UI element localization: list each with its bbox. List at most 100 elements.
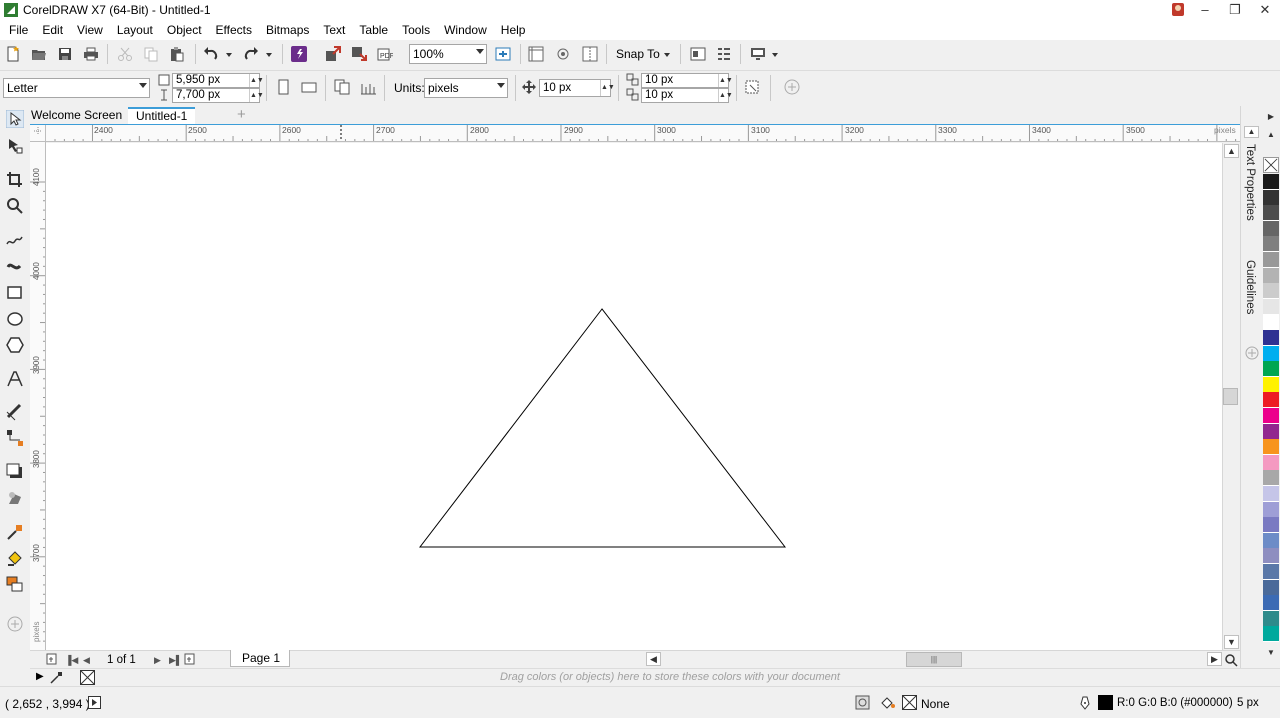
- add-docker-icon[interactable]: [1245, 346, 1259, 360]
- show-guidelines-icon[interactable]: [582, 46, 598, 62]
- smart-fill-tool-icon[interactable]: [6, 575, 24, 593]
- color-proofing-icon[interactable]: [855, 695, 870, 710]
- nudge-distance-field[interactable]: 10 px ▲▼: [539, 79, 615, 97]
- artistic-media-tool-icon[interactable]: [6, 257, 24, 275]
- palette-color-swatch[interactable]: [1263, 470, 1279, 487]
- palette-color-swatch[interactable]: [1263, 330, 1279, 346]
- palette-color-swatch[interactable]: [1263, 517, 1279, 534]
- palette-color-swatch[interactable]: [1263, 267, 1279, 284]
- publish-pdf-icon[interactable]: PDF: [377, 46, 393, 62]
- pick-tool-icon[interactable]: [6, 110, 24, 128]
- no-color-swatch[interactable]: [1263, 157, 1279, 173]
- application-launcher-icon[interactable]: [716, 46, 732, 62]
- all-pages-icon[interactable]: [334, 79, 350, 95]
- connector-tool-icon[interactable]: [6, 429, 24, 447]
- palette-color-swatch[interactable]: [1263, 283, 1279, 300]
- palette-color-swatch[interactable]: [1263, 314, 1279, 331]
- palette-color-swatch[interactable]: [1263, 454, 1279, 471]
- palette-color-swatch[interactable]: [1263, 532, 1279, 549]
- palette-color-swatch[interactable]: [1263, 236, 1279, 253]
- palette-color-swatch[interactable]: [1263, 361, 1279, 378]
- palette-color-swatch[interactable]: [1263, 298, 1279, 315]
- parallel-dimension-tool-icon[interactable]: [6, 403, 24, 421]
- undo-icon[interactable]: [203, 46, 219, 62]
- palette-color-swatch[interactable]: [1263, 220, 1279, 237]
- user-account-icon[interactable]: [1172, 3, 1184, 16]
- close-button[interactable]: ✕: [1250, 0, 1280, 20]
- landscape-icon[interactable]: [301, 79, 317, 95]
- vertical-ruler[interactable]: 4100 4000 3900 3800 3700 pixels: [30, 142, 46, 650]
- palette-color-swatch[interactable]: [1263, 376, 1279, 393]
- tab-welcome-screen[interactable]: Welcome Screen: [30, 107, 122, 124]
- document-palette[interactable]: ▶ Drag colors (or objects) here to store…: [30, 668, 1280, 686]
- text-tool-icon[interactable]: [6, 370, 24, 388]
- menu-table[interactable]: Table: [352, 20, 395, 40]
- transparency-tool-icon[interactable]: [6, 489, 24, 507]
- drop-shadow-tool-icon[interactable]: [6, 463, 24, 481]
- show-grid-icon[interactable]: [555, 46, 571, 62]
- add-quick-customize-icon[interactable]: [784, 79, 800, 95]
- view-manager-icon[interactable]: [750, 46, 766, 62]
- document-palette-eyedropper-icon[interactable]: [50, 671, 63, 684]
- save-icon[interactable]: [57, 46, 73, 62]
- next-page-button[interactable]: ▶: [154, 653, 161, 667]
- menu-help[interactable]: Help: [494, 20, 533, 40]
- coreldraw-app-icon[interactable]: [4, 3, 18, 17]
- shape-tool-icon[interactable]: [6, 137, 24, 155]
- add-tool-icon[interactable]: [6, 615, 24, 633]
- horizontal-scroll-thumb[interactable]: |||: [906, 652, 962, 667]
- add-page-before-icon[interactable]: [46, 653, 58, 665]
- docker-tab-text-properties[interactable]: Text Properties: [1244, 144, 1256, 221]
- palette-color-swatch[interactable]: [1263, 486, 1279, 502]
- scroll-right-button[interactable]: ▶: [1207, 652, 1222, 666]
- polygon-tool-icon[interactable]: [6, 336, 24, 354]
- menu-file[interactable]: File: [2, 20, 35, 40]
- restore-button[interactable]: ❐: [1220, 0, 1250, 20]
- menu-window[interactable]: Window: [437, 20, 494, 40]
- palette-color-swatch[interactable]: [1263, 564, 1279, 580]
- menu-view[interactable]: View: [70, 20, 110, 40]
- import-icon[interactable]: [325, 46, 341, 62]
- palette-color-swatch[interactable]: [1263, 205, 1279, 222]
- tab-untitled-1[interactable]: Untitled-1: [128, 107, 196, 124]
- palette-color-swatch[interactable]: [1263, 392, 1279, 409]
- palette-color-swatch[interactable]: [1263, 548, 1279, 565]
- palette-color-swatch[interactable]: [1263, 408, 1279, 424]
- menu-tools[interactable]: Tools: [395, 20, 437, 40]
- menu-effects[interactable]: Effects: [209, 20, 259, 40]
- undo-dropdown-icon[interactable]: [224, 46, 234, 62]
- scroll-left-button[interactable]: ◀: [646, 652, 661, 666]
- add-tab-icon[interactable]: +: [237, 107, 246, 123]
- ellipse-tool-icon[interactable]: [6, 310, 24, 328]
- palette-color-swatch[interactable]: [1263, 610, 1279, 627]
- freehand-tool-icon[interactable]: [6, 231, 24, 249]
- cut-icon[interactable]: [117, 46, 133, 62]
- docker-tab-guidelines[interactable]: Guidelines: [1244, 260, 1256, 314]
- page-width-field[interactable]: 5,950 px ▲▼: [172, 73, 264, 88]
- first-page-button[interactable]: ▐◀: [65, 653, 78, 667]
- ruler-origin[interactable]: [30, 125, 46, 142]
- show-rulers-icon[interactable]: [528, 46, 544, 62]
- treat-as-filled-icon[interactable]: [744, 79, 760, 95]
- minimize-button[interactable]: –: [1190, 0, 1220, 20]
- vertical-scroll-thumb[interactable]: [1223, 388, 1238, 405]
- search-content-icon[interactable]: [291, 46, 307, 62]
- full-screen-preview-icon[interactable]: [495, 46, 511, 62]
- horizontal-ruler[interactable]: 2400 2500 2600 2700 2800 2900 3000 3100 …: [46, 125, 1240, 142]
- zoom-level-select[interactable]: 100%: [409, 44, 487, 64]
- palette-color-swatch[interactable]: [1263, 595, 1279, 612]
- triangle-shape[interactable]: [418, 308, 787, 548]
- color-eyedropper-tool-icon[interactable]: [6, 523, 24, 541]
- interactive-fill-tool-icon[interactable]: [6, 549, 24, 567]
- menu-edit[interactable]: Edit: [35, 20, 70, 40]
- crop-tool-icon[interactable]: [6, 171, 24, 189]
- page-height-field[interactable]: 7,700 px ▲▼: [172, 88, 264, 103]
- palette-color-swatch[interactable]: [1263, 345, 1279, 362]
- fill-icon[interactable]: [880, 695, 896, 710]
- redo-dropdown-icon[interactable]: [264, 46, 274, 62]
- palette-menu-button[interactable]: ▶: [1265, 112, 1277, 124]
- current-page-icon[interactable]: [360, 79, 376, 95]
- page-size-select[interactable]: Letter: [3, 78, 150, 98]
- palette-color-swatch[interactable]: [1263, 423, 1279, 440]
- document-palette-no-color-swatch[interactable]: [80, 670, 95, 685]
